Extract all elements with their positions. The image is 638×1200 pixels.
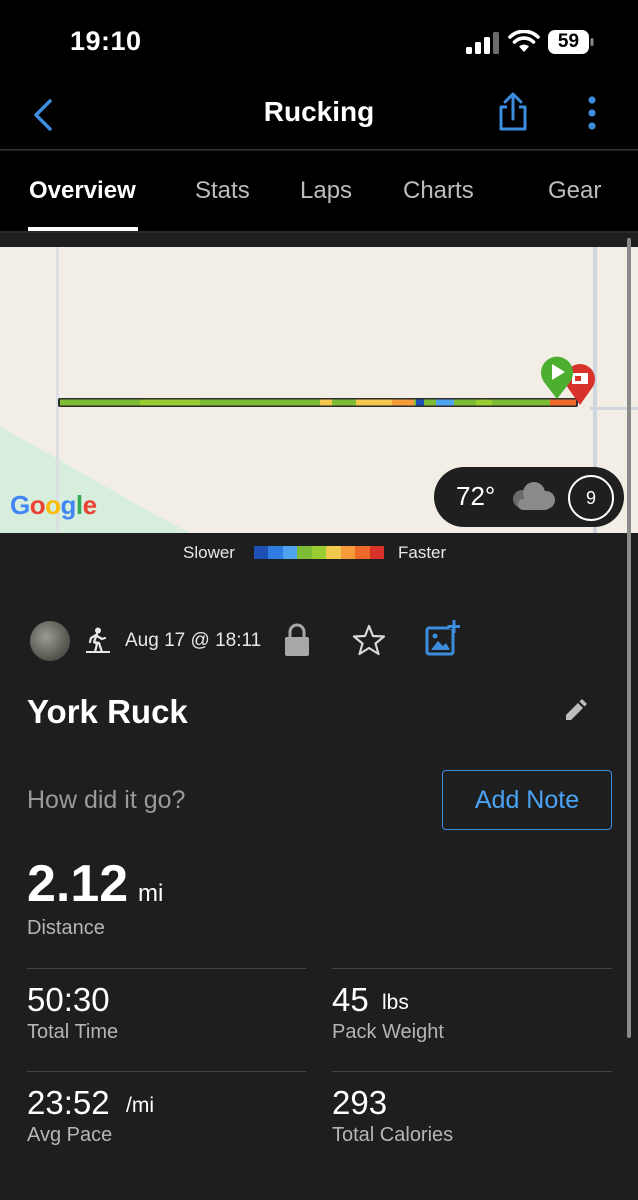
status-bar: 19:10 59 [0, 0, 638, 84]
status-time: 19:10 [70, 26, 142, 56]
legend-color-swatch [326, 546, 341, 559]
avg-pace-label: Avg Pace [27, 1124, 113, 1146]
start-marker-icon [541, 356, 573, 399]
total-time-value: 50:30 [27, 981, 110, 1018]
more-options-icon[interactable] [584, 96, 600, 130]
activity-date: Aug 17 @ 18:11 [125, 630, 262, 651]
legend-color-swatch [340, 546, 356, 559]
add-note-button[interactable]: Add Note [442, 770, 612, 830]
lock-icon[interactable] [284, 623, 310, 657]
calories-value: 293 [332, 1084, 388, 1121]
legend-color-swatch [311, 546, 327, 559]
pack-weight-unit: lbs [382, 991, 409, 1014]
legend-slower-label: Slower [183, 543, 235, 562]
legend-faster-label: Faster [398, 543, 447, 562]
pack-weight-value: 45 [332, 981, 369, 1018]
legend-color-swatch [268, 546, 283, 559]
cloud-icon [513, 482, 555, 510]
hiking-activity-icon [86, 627, 110, 653]
back-chevron-icon[interactable] [30, 98, 58, 132]
pack-weight-label: Pack Weight [332, 1021, 444, 1043]
wind-speed-badge: 9 [568, 475, 614, 521]
avatar[interactable] [30, 621, 70, 661]
activity-meta-row: Aug 17 @ 18:11 [0, 617, 638, 665]
legend-color-swatch [297, 546, 312, 559]
route-map[interactable]: Google 72° 9 [0, 247, 638, 533]
legend-color-swatch [282, 546, 298, 559]
battery-level: 59 [557, 31, 580, 52]
avg-pace-value: 23:52 [27, 1084, 110, 1121]
wifi-icon [508, 30, 540, 52]
legend-color-swatch [369, 546, 384, 559]
tab-charts[interactable]: Charts [403, 177, 474, 205]
pace-legend: Slower Faster [0, 533, 638, 573]
tab-laps[interactable]: Laps [300, 177, 352, 205]
wind-speed: 9 [585, 488, 596, 508]
tab-gear[interactable]: Gear [548, 177, 601, 205]
battery-icon: 59 [548, 30, 594, 54]
calories-label: Total Calories [332, 1124, 454, 1146]
add-photo-icon[interactable] [424, 619, 460, 657]
distance-value: 2.12 [27, 855, 129, 913]
edit-pencil-icon[interactable] [563, 699, 587, 723]
legend-color-swatch [355, 546, 370, 559]
distance-unit: mi [138, 880, 164, 907]
weather-badge: 72° 9 [434, 467, 624, 527]
total-time-label: Total Time [27, 1021, 119, 1043]
divider [332, 968, 612, 969]
distance-label: Distance [27, 917, 105, 939]
page-title: Rucking [263, 96, 375, 127]
tab-bar: Overview Stats Laps Charts Gear [0, 151, 638, 233]
legend-color-scale [254, 546, 384, 559]
share-icon[interactable] [496, 92, 530, 132]
cellular-signal-icon [466, 32, 499, 54]
activity-name: York Ruck [27, 693, 188, 730]
active-tab-indicator [28, 227, 138, 231]
tab-overview[interactable]: Overview [29, 177, 136, 205]
divider [27, 1071, 306, 1072]
legend-color-swatch [254, 546, 269, 559]
divider [332, 1071, 612, 1072]
star-icon[interactable] [352, 623, 386, 657]
avg-pace-unit: /mi [126, 1094, 154, 1117]
google-logo: Google [10, 490, 97, 520]
weather-temperature: 72° [456, 481, 496, 511]
navigation-bar: Rucking [0, 84, 638, 150]
feedback-prompt: How did it go? [27, 786, 186, 814]
divider [27, 968, 306, 969]
tab-stats[interactable]: Stats [195, 177, 250, 205]
